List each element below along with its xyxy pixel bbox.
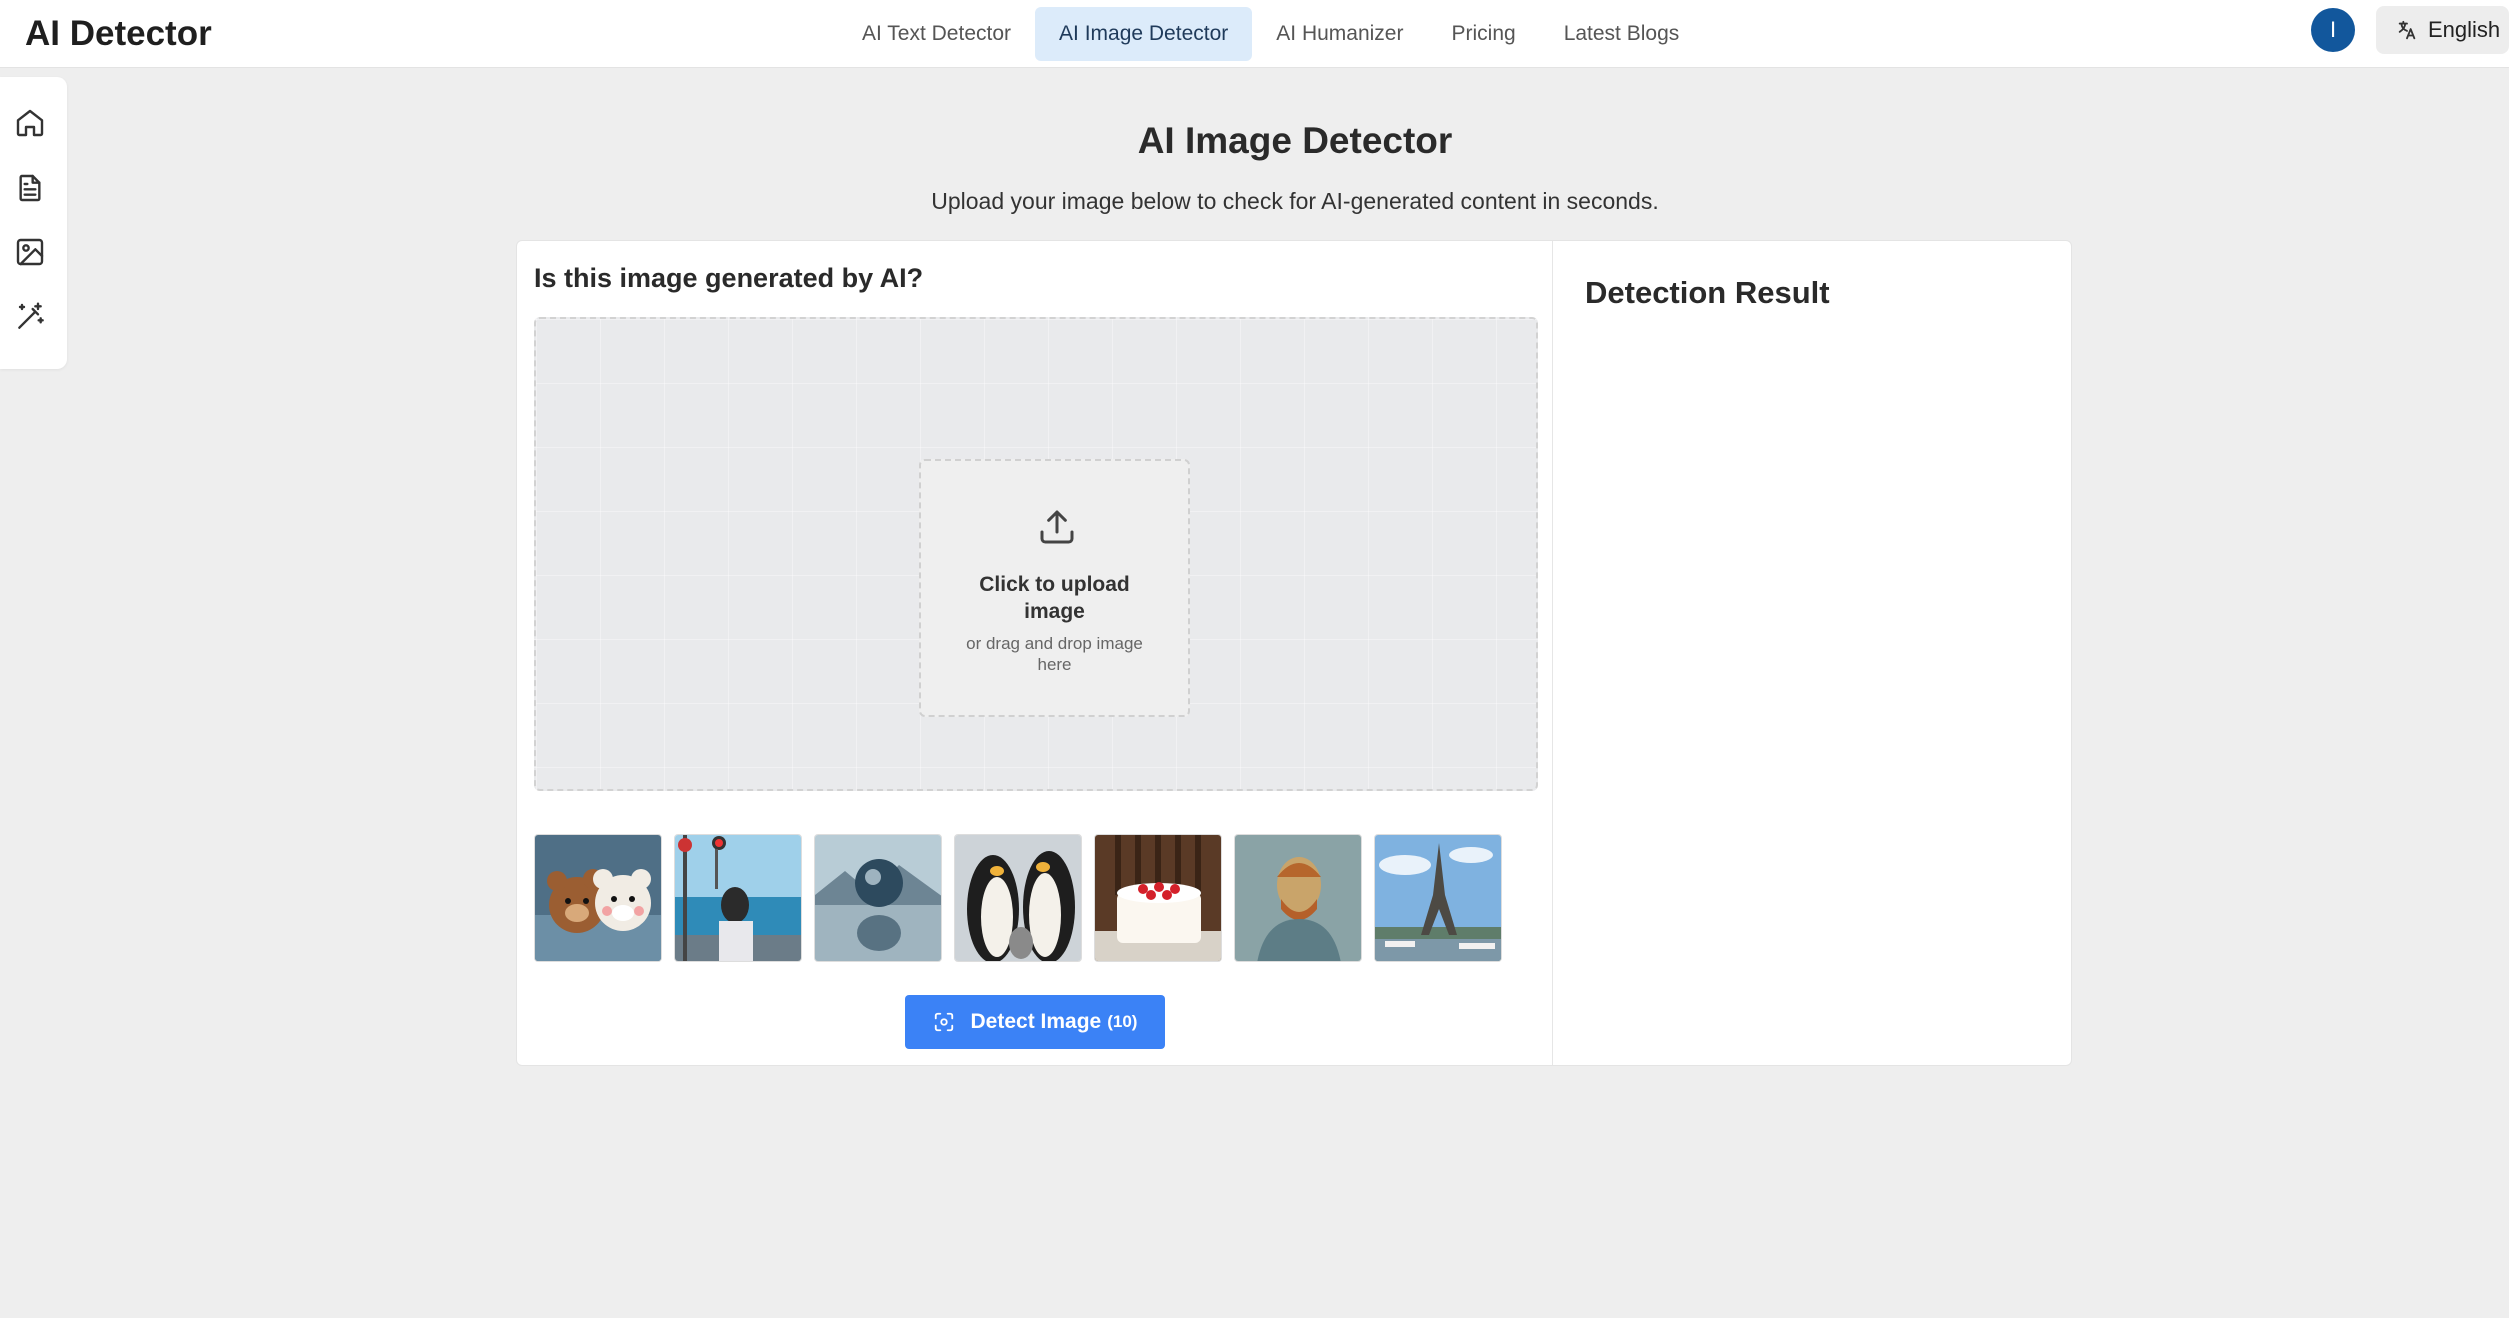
nav-pricing[interactable]: Pricing — [1427, 7, 1539, 61]
nav-ai-image-detector[interactable]: AI Image Detector — [1035, 7, 1253, 61]
language-selector[interactable]: English — [2376, 6, 2509, 54]
nav-ai-humanizer[interactable]: AI Humanizer — [1252, 7, 1427, 61]
image-icon[interactable] — [14, 236, 46, 268]
upload-title: Click to upload image — [979, 573, 1130, 623]
upload-box[interactable]: Click to upload image or drag and drop i… — [919, 459, 1190, 717]
top-header: AI Detector AI Text Detector AI Image De… — [0, 0, 2509, 68]
sample-image-cake[interactable] — [1094, 834, 1222, 962]
detector-card: Is this image generated by AI? Click to … — [516, 240, 2072, 1066]
upload-subtitle: or drag and drop image here — [966, 634, 1143, 674]
detect-image-button[interactable]: Detect Image (10) — [905, 995, 1165, 1049]
main-nav: AI Text Detector AI Image Detector AI Hu… — [838, 0, 1703, 68]
nav-ai-text-detector[interactable]: AI Text Detector — [838, 7, 1035, 61]
detect-credit-count: (10) — [1107, 1012, 1138, 1031]
upload-question: Is this image generated by AI? — [534, 263, 924, 293]
magic-wand-icon[interactable] — [14, 301, 46, 333]
upload-icon — [1040, 510, 1074, 544]
user-avatar[interactable]: I — [2311, 8, 2355, 52]
detect-button-label: Detect Image — [970, 1010, 1102, 1033]
sample-image-penguins[interactable] — [954, 834, 1082, 962]
sample-image-eiffel-tower[interactable] — [1374, 834, 1502, 962]
sample-image-bears[interactable] — [534, 834, 662, 962]
nav-latest-blogs[interactable]: Latest Blogs — [1540, 7, 1704, 61]
language-label: English — [2428, 17, 2501, 42]
sample-image-portrait[interactable] — [1234, 834, 1362, 962]
sample-image-girl-sea[interactable] — [674, 834, 802, 962]
scan-icon — [934, 1012, 953, 1032]
upload-panel: Is this image generated by AI? Click to … — [517, 241, 1553, 1065]
sample-image-crystal-ball[interactable] — [814, 834, 942, 962]
app-logo[interactable]: AI Detector — [25, 10, 212, 58]
detection-result-title: Detection Result — [1585, 275, 1830, 310]
page-subtitle: Upload your image below to check for AI-… — [931, 188, 1659, 214]
image-dropzone[interactable]: Click to upload image or drag and drop i… — [534, 317, 1538, 791]
page-title: AI Image Detector — [1137, 120, 1453, 161]
translate-icon — [2398, 20, 2416, 40]
sample-images — [534, 834, 1502, 962]
